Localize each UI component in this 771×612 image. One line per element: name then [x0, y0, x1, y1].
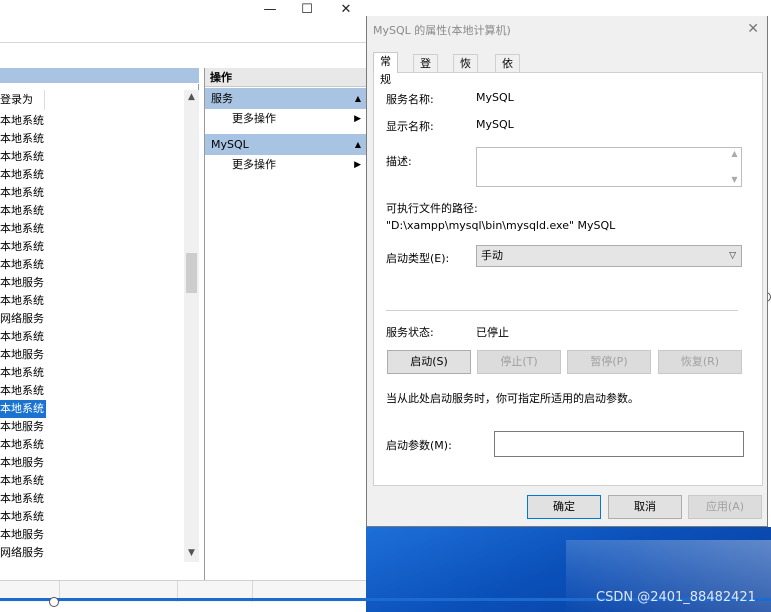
actions-pane: 操作 服务 ▲ 更多操作 ▶ MySQL ▲ 更多操作 ▶ — [204, 68, 366, 580]
start-params-label: 启动参数(M): — [386, 439, 452, 452]
close-button[interactable]: ✕ — [326, 0, 366, 18]
more-actions-mysql[interactable]: 更多操作 ▶ — [205, 155, 366, 175]
actions-title: 操作 — [205, 68, 366, 87]
list-item[interactable]: 网络服务 — [0, 310, 46, 328]
service-name-value: MySQL — [476, 91, 514, 104]
submenu-arrow-icon: ▶ — [354, 114, 361, 124]
start-params-input[interactable] — [494, 431, 744, 457]
tab-general[interactable]: 常规 — [373, 52, 398, 86]
display-name-label: 显示名称: — [386, 120, 434, 133]
submenu-arrow-icon: ▶ — [354, 160, 361, 170]
list-item[interactable]: 本地系统 — [0, 436, 46, 454]
tab-logon[interactable]: 登录 — [413, 54, 438, 88]
list-item[interactable]: 本地服务 — [0, 274, 46, 292]
properties-dialog: MySQL 的属性(本地计算机) ✕ 常规 登录 恢复 依存关系 服务名称: M… — [366, 0, 769, 527]
list-item[interactable]: 本地系统 — [0, 130, 46, 148]
dialog-top-strip — [366, 0, 769, 16]
general-panel: 服务名称: MySQL 显示名称: MySQL 描述: ▲ ▼ 可执行文件的路径… — [373, 72, 763, 486]
list-item[interactable]: 本地系统 — [0, 508, 46, 526]
startup-type-select[interactable]: 手动 ▽ — [476, 245, 742, 267]
actions-group-services[interactable]: 服务 ▲ — [205, 88, 366, 109]
list-item[interactable]: 本地系统 — [0, 472, 46, 490]
list-item[interactable]: 本地服务 — [0, 526, 46, 544]
list-item[interactable]: 本地系统 — [0, 490, 46, 508]
service-status-value: 已停止 — [476, 326, 509, 339]
section-divider — [386, 310, 738, 311]
list-item[interactable]: 本地系统 — [0, 382, 46, 400]
list-item[interactable]: 本地系统 — [0, 184, 46, 202]
services-window: — ☐ ✕ 登录为 本地系统 本地系统 本地系统 本地系统 本地系统 本地系统 本地系统 本地… — [0, 0, 366, 602]
more-actions-label: 更多操作 — [232, 158, 276, 171]
list-item[interactable]: 本地系统 — [0, 148, 46, 166]
scroll-up-arrow-icon[interactable]: ▲ — [184, 90, 199, 105]
list-item[interactable]: 本地系统 — [0, 238, 46, 256]
startup-type-label: 启动类型(E): — [386, 252, 450, 265]
service-name-label: 服务名称: — [386, 93, 434, 106]
description-field[interactable]: ▲ ▼ — [476, 147, 742, 187]
apply-button[interactable]: 应用(A) — [688, 495, 762, 519]
list-title-bar — [0, 68, 199, 83]
stop-button[interactable]: 停止(T) — [477, 350, 561, 374]
list-item[interactable]: 本地系统 — [0, 400, 46, 418]
list-item[interactable]: 本地系统 — [0, 166, 46, 184]
list-item[interactable]: 本地系统 — [0, 202, 46, 220]
pause-button[interactable]: 暂停(P) — [567, 350, 651, 374]
list-item[interactable]: 本地系统 — [0, 112, 46, 130]
list-scrollbar[interactable]: ▲ ▼ — [184, 90, 199, 562]
tab-recovery[interactable]: 恢复 — [453, 54, 478, 88]
scroll-down-arrow-icon[interactable]: ▼ — [184, 546, 199, 561]
start-button[interactable]: 启动(S) — [387, 350, 471, 374]
resize-handle[interactable] — [49, 597, 59, 607]
toolbar-divider — [0, 42, 366, 43]
scrollbar-thumb[interactable] — [186, 253, 197, 293]
list-item[interactable]: 本地服务 — [0, 418, 46, 436]
list-item[interactable]: 本地系统 — [0, 220, 46, 238]
more-actions-services[interactable]: 更多操作 ▶ — [205, 109, 366, 129]
scroll-down-arrow-icon[interactable]: ▼ — [728, 175, 741, 184]
description-label: 描述: — [386, 155, 412, 168]
exe-path-label: 可执行文件的路径: — [386, 202, 478, 215]
list-item[interactable]: 本地服务 — [0, 346, 46, 364]
list-item[interactable]: 本地系统 — [0, 292, 46, 310]
list-item[interactable]: 本地系统 — [0, 364, 46, 382]
startup-type-value: 手动 — [481, 249, 503, 262]
start-params-hint: 当从此处启动服务时，你可指定所适用的启动参数。 — [386, 392, 639, 405]
group-label: 服务 — [211, 92, 233, 105]
actions-group-mysql[interactable]: MySQL ▲ — [205, 134, 366, 155]
watermark: CSDN @2401_88482421 — [596, 590, 756, 605]
cancel-button[interactable]: 取消 — [608, 495, 682, 519]
scroll-up-arrow-icon[interactable]: ▲ — [728, 149, 741, 158]
chevron-down-icon: ▽ — [729, 251, 736, 261]
more-actions-label: 更多操作 — [232, 112, 276, 125]
service-status-label: 服务状态: — [386, 326, 434, 339]
resume-button[interactable]: 恢复(R) — [658, 350, 742, 374]
list-item[interactable]: 本地系统 — [0, 256, 46, 274]
list-item[interactable]: 网络服务 — [0, 544, 46, 562]
ok-button[interactable]: 确定 — [527, 495, 601, 519]
collapse-icon[interactable]: ▲ — [355, 134, 361, 155]
collapse-icon[interactable]: ▲ — [355, 88, 361, 109]
list-item[interactable]: 本地服务 — [0, 454, 46, 472]
tab-dependencies[interactable]: 依存关系 — [495, 54, 520, 124]
dialog-title: MySQL 的属性(本地计算机) — [373, 24, 511, 37]
list-item[interactable]: 本地系统 — [0, 328, 46, 346]
maximize-button[interactable]: ☐ — [287, 0, 327, 18]
minimize-button[interactable]: — — [250, 0, 290, 18]
close-icon[interactable]: ✕ — [747, 21, 759, 37]
exe-path-value: "D:\xampp\mysql\bin\mysqld.exe" MySQL — [386, 219, 616, 232]
display-name-value: MySQL — [476, 118, 514, 131]
column-header-logon-as[interactable]: 登录为 — [0, 90, 45, 110]
group-label: MySQL — [211, 138, 249, 151]
description-scrollbar[interactable]: ▲ ▼ — [728, 148, 741, 186]
